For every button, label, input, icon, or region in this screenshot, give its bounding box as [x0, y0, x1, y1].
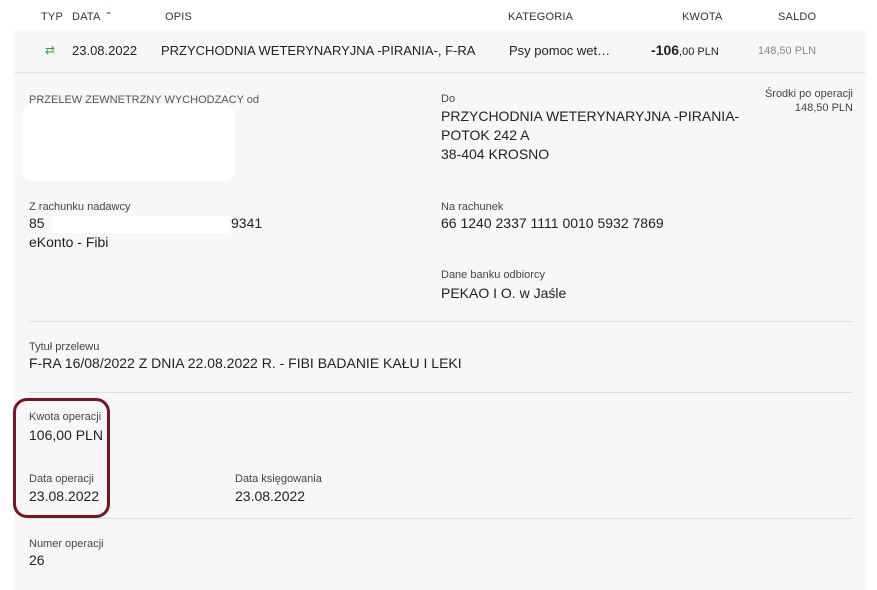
- divider: [29, 321, 853, 322]
- sort-arrow-icon[interactable]: ⌃: [105, 11, 114, 22]
- bank-label: Dane banku odbiorcy: [441, 269, 545, 281]
- funds-after-label: Środki po operacji: [764, 88, 853, 100]
- amount-main: -106: [651, 42, 680, 58]
- to-account-value: 66 1240 2337 1111 0010 5932 7869: [441, 215, 664, 231]
- transaction-balance: 148,50 PLN: [758, 45, 817, 57]
- to-account-label: Na rachunek: [441, 201, 504, 213]
- col-opis: OPIS: [165, 11, 193, 23]
- col-typ: TYP: [41, 11, 63, 23]
- recipient-street: POTOK 242 A: [441, 127, 530, 143]
- col-data-label: DATA: [72, 11, 101, 23]
- funds-after-value: 148,50 PLN: [794, 102, 853, 114]
- booking-date-value: 23.08.2022: [235, 488, 306, 504]
- from-account-name: eKonto - Fibi: [29, 234, 109, 250]
- highlight-annotation: [13, 398, 110, 518]
- recipient-name: PRZYCHODNIA WETERYNARYJNA -PIRANIA-: [441, 108, 740, 124]
- col-kwota: KWOTA: [682, 11, 723, 23]
- amount-cents: ,00 PLN: [679, 46, 719, 58]
- redacted-account: [52, 216, 230, 233]
- transaction-date: 23.08.2022: [72, 43, 138, 58]
- from-account-end: 9341: [231, 215, 263, 231]
- recipient-city: 38-404 KROSNO: [441, 146, 550, 162]
- transaction-row[interactable]: ⇄ 23.08.2022 PRZYCHODNIA WETERYNARYJNA -…: [14, 30, 866, 73]
- title-value: F-RA 16/08/2022 Z DNIA 22.08.2022 R. - F…: [29, 355, 462, 371]
- divider: [29, 392, 853, 393]
- title-label: Tytuł przelewu: [29, 341, 100, 353]
- transaction-category: Psy pomoc wet…: [509, 43, 611, 58]
- divider: [29, 518, 853, 519]
- transfer-icon: ⇄: [45, 43, 56, 57]
- col-kategoria: KATEGORIA: [508, 11, 574, 23]
- col-data[interactable]: DATA ⌃: [72, 11, 113, 23]
- bank-value: PEKAO I O. w Jaśle: [441, 285, 567, 301]
- recipient-label: Do: [441, 93, 456, 105]
- redacted-sender: [22, 104, 235, 181]
- from-account-start: 85: [29, 215, 45, 231]
- transaction-description: PRZYCHODNIA WETERYNARYJNA -PIRANIA-, F-R…: [161, 43, 476, 58]
- col-saldo: SALDO: [778, 11, 817, 23]
- from-account-label: Z rachunku nadawcy: [29, 201, 131, 213]
- operation-number-label: Numer operacji: [29, 538, 104, 550]
- transaction-amount: -106,00 PLN: [651, 42, 719, 58]
- operation-number-value: 26: [29, 552, 45, 568]
- booking-date-label: Data księgowania: [235, 473, 322, 485]
- table-header: TYP DATA ⌃ OPIS KATEGORIA KWOTA SALDO: [0, 0, 877, 32]
